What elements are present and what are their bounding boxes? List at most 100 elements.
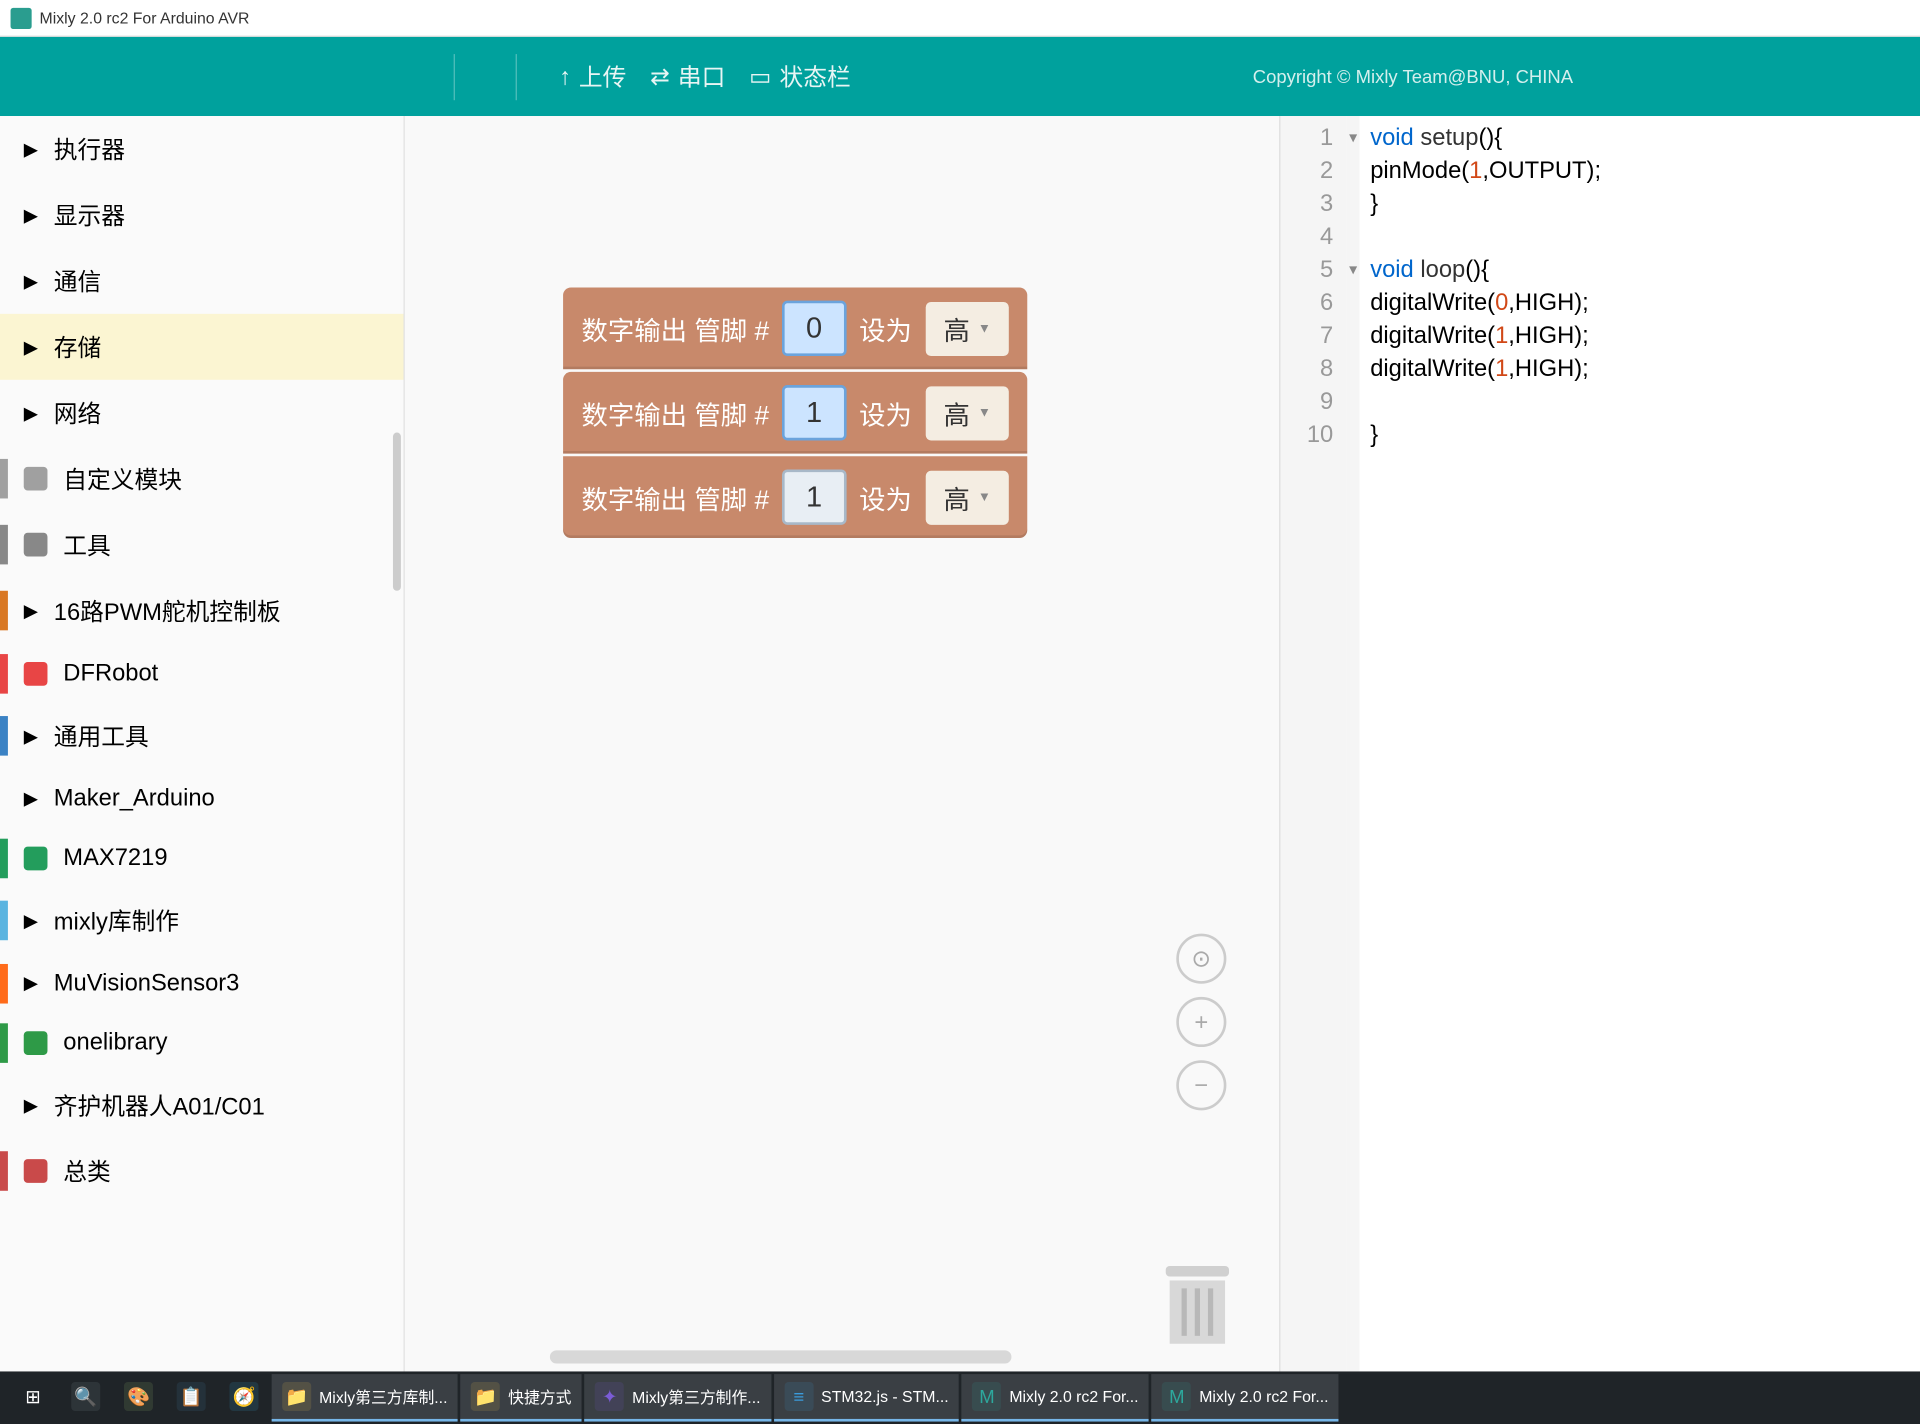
fold-marker[interactable] <box>1349 418 1357 451</box>
statusbar-button[interactable]: ▭状态栏 <box>749 59 851 93</box>
fold-marker[interactable] <box>1349 220 1357 253</box>
category-color-marker <box>0 591 8 631</box>
sidebar-category[interactable]: 总类 <box>0 1138 404 1204</box>
pin-input[interactable]: 0 <box>782 301 846 356</box>
fold-marker[interactable] <box>1349 286 1357 319</box>
blocks-workspace[interactable]: 数字输出 管脚 # 0 设为 高 ▼数字输出 管脚 # 1 设为 高 ▼数字输出… <box>405 116 1279 1371</box>
sidebar-scrollbar[interactable] <box>393 433 401 591</box>
pin-input[interactable]: 1 <box>782 469 846 524</box>
sidebar-category[interactable]: onelibrary <box>0 1013 404 1072</box>
serial-button[interactable]: ⇄串口 <box>650 59 725 93</box>
fold-marker[interactable] <box>1349 385 1357 418</box>
category-icon <box>24 533 48 557</box>
sidebar-category[interactable]: ▶MuVisionSensor3 <box>0 953 404 1012</box>
expand-arrow-icon: ▶ <box>24 972 38 994</box>
expand-arrow-icon: ▶ <box>24 599 38 621</box>
workspace-scrollbar[interactable] <box>550 1350 1012 1363</box>
code-line: void loop(){ <box>1370 253 1601 286</box>
sidebar-category[interactable]: ▶mixly库制作 <box>0 887 404 953</box>
expand-arrow-icon: ▶ <box>24 336 38 358</box>
category-label: 总类 <box>63 1154 110 1188</box>
sidebar-category[interactable]: ▶通用工具 <box>0 703 404 769</box>
serial-icon: ⇄ <box>650 63 670 91</box>
code-line: digitalWrite(1,HIGH); <box>1370 319 1601 352</box>
block-set-label: 设为 <box>859 309 912 347</box>
category-sidebar[interactable]: ▶ 执行器 ▶显示器 ▶ 通信 ▶ 存储 ▶ 网络自定义模块工具 ▶ 16路PWM舵机控制板 DFRo… <box>0 116 405 1371</box>
sidebar-category[interactable]: ▶ 执行器 <box>0 116 404 182</box>
line-number: 4 <box>1307 220 1333 253</box>
fold-marker[interactable]: ▾ <box>1349 253 1357 286</box>
category-label: 执行器 <box>54 132 125 166</box>
fold-marker[interactable] <box>1349 319 1357 352</box>
category-label: DFRobot <box>63 659 158 687</box>
line-number: 5 <box>1307 253 1333 286</box>
pin-input[interactable]: 1 <box>782 385 846 440</box>
code-line: pinMode(1,OUTPUT); <box>1370 154 1601 187</box>
sidebar-category[interactable]: 自定义模块 <box>0 446 404 512</box>
main-toolbar: ↑上传 ⇄串口 ▭状态栏 Copyright © Mixly Team@BNU,… <box>0 37 1920 116</box>
sidebar-category[interactable]: ▶ 16路PWM舵机控制板 <box>0 578 404 644</box>
sidebar-category[interactable]: ▶Maker_Arduino <box>0 769 404 828</box>
block-set-label: 设为 <box>859 478 912 516</box>
category-icon <box>24 467 48 491</box>
sidebar-category[interactable]: ▶ 齐护机器人A01/C01 <box>0 1072 404 1138</box>
fold-column[interactable]: ▾ ▾ <box>1346 116 1359 1371</box>
statusbar-icon: ▭ <box>749 63 771 91</box>
category-label: 通信 <box>54 264 101 298</box>
sidebar-category[interactable]: DFRobot <box>0 644 404 703</box>
code-line: } <box>1370 418 1601 451</box>
upload-button[interactable]: ↑上传 <box>559 59 626 93</box>
sidebar-category[interactable]: ▶显示器 <box>0 182 404 248</box>
fold-marker[interactable] <box>1349 154 1357 187</box>
category-color-marker <box>0 963 8 1003</box>
line-number: 10 <box>1307 418 1333 451</box>
category-label: 齐护机器人A01/C01 <box>54 1088 265 1122</box>
category-icon <box>24 661 48 685</box>
category-color-marker <box>0 716 8 756</box>
block-label: 数字输出 管脚 # <box>582 394 770 432</box>
value-dropdown[interactable]: 高 ▼ <box>925 301 1009 355</box>
category-label: 通用工具 <box>54 719 149 753</box>
category-color-marker <box>0 901 8 941</box>
digital-output-block[interactable]: 数字输出 管脚 # 0 设为 高 ▼ <box>563 287 1028 369</box>
expand-arrow-icon: ▶ <box>24 1094 38 1116</box>
expand-arrow-icon: ▶ <box>24 138 38 160</box>
fold-marker[interactable] <box>1349 352 1357 385</box>
line-number: 9 <box>1307 385 1333 418</box>
digital-output-block[interactable]: 数字输出 管脚 # 1 设为 高 ▼ <box>563 456 1028 538</box>
line-number: 1 <box>1307 121 1333 154</box>
zoom-out-button[interactable]: − <box>1176 1060 1226 1110</box>
line-number: 2 <box>1307 154 1333 187</box>
expand-arrow-icon: ▶ <box>24 402 38 424</box>
fold-marker[interactable]: ▾ <box>1349 121 1357 154</box>
category-icon <box>24 1159 48 1183</box>
category-color-marker <box>0 1023 8 1063</box>
category-label: 16路PWM舵机控制板 <box>54 593 281 627</box>
trash-icon[interactable] <box>1166 1266 1229 1345</box>
category-label: 存储 <box>54 330 101 364</box>
category-label: 网络 <box>54 396 101 430</box>
fold-marker[interactable] <box>1349 187 1357 220</box>
sidebar-category[interactable]: ▶ 网络 <box>0 380 404 446</box>
category-label: onelibrary <box>63 1029 167 1057</box>
sidebar-category[interactable]: ▶ 通信 <box>0 248 404 314</box>
upload-icon: ↑ <box>559 63 571 91</box>
line-number: 8 <box>1307 352 1333 385</box>
code-line: void setup(){ <box>1370 121 1601 154</box>
window-titlebar: Mixly 2.0 rc2 For Arduino AVR — ☐ ✕ <box>0 0 1920 37</box>
code-body[interactable]: void setup(){ pinMode(1,OUTPUT);} void l… <box>1360 116 1612 1371</box>
value-dropdown[interactable]: 高 ▼ <box>925 386 1009 440</box>
expand-arrow-icon: ▶ <box>24 270 38 292</box>
block-set-label: 设为 <box>859 394 912 432</box>
sidebar-category[interactable]: MAX7219 <box>0 828 404 887</box>
zoom-in-button[interactable]: + <box>1176 997 1226 1047</box>
sidebar-category[interactable]: 工具 <box>0 512 404 578</box>
block-label: 数字输出 管脚 # <box>582 309 770 347</box>
category-color-marker <box>0 459 8 499</box>
code-line: } <box>1370 187 1601 220</box>
center-button[interactable]: ⊙ <box>1176 934 1226 984</box>
category-label: MAX7219 <box>63 844 167 872</box>
digital-output-block[interactable]: 数字输出 管脚 # 1 设为 高 ▼ <box>563 372 1028 454</box>
sidebar-category[interactable]: ▶ 存储 <box>0 314 404 380</box>
value-dropdown[interactable]: 高 ▼ <box>925 470 1009 524</box>
